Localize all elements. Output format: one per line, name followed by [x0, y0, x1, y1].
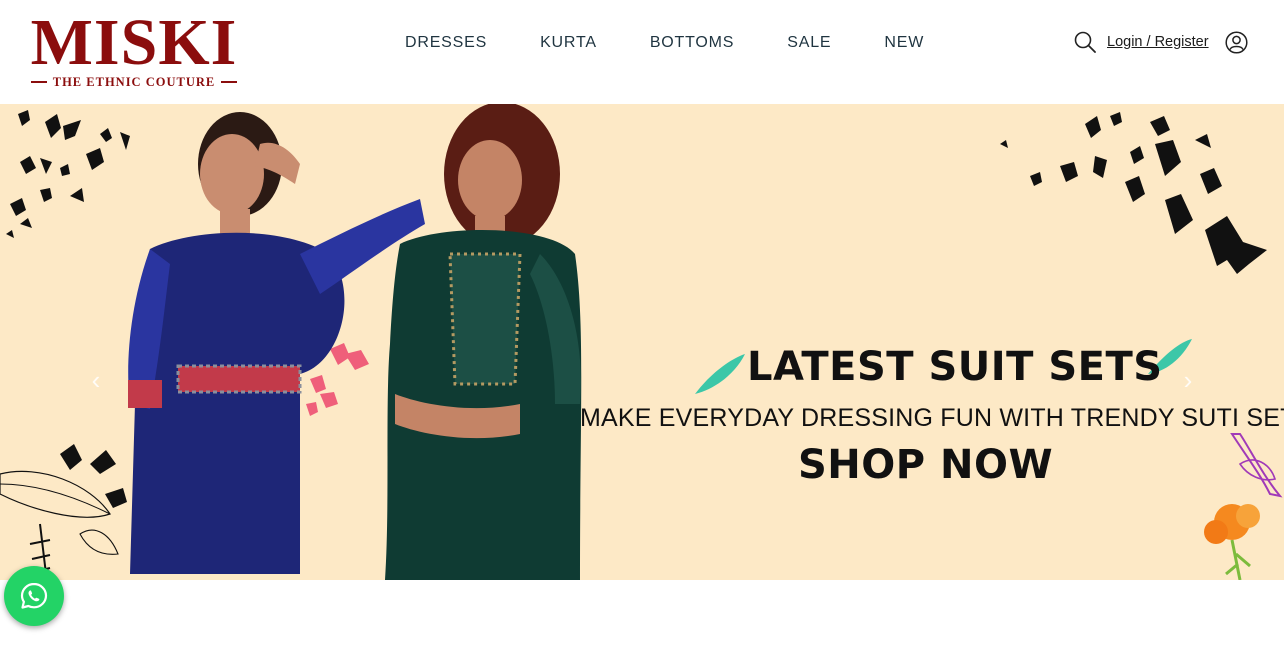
hero-banner[interactable]: LATEST SUIT SETS MAKE EVERYDAY DRESSING …: [0, 104, 1284, 580]
hero-title: LATEST SUIT SETS: [747, 344, 1163, 390]
butterflies-top-left: [6, 110, 130, 238]
model-navy-dress: [128, 112, 425, 574]
nav-item-sale[interactable]: SALE: [787, 30, 831, 56]
login-register-link[interactable]: Login / Register: [1107, 31, 1209, 53]
tagline-rule-right: [221, 81, 238, 83]
tagline-rule-left: [30, 81, 47, 83]
whatsapp-icon: [20, 582, 48, 609]
brand-logo[interactable]: MISKI THE ETHNIC COUTURE: [22, 10, 246, 92]
carousel-prev-icon[interactable]: ‹: [84, 367, 108, 393]
flower-bottom-right: [1204, 433, 1283, 580]
carousel-next-icon[interactable]: ›: [1176, 367, 1200, 393]
butterflies-top-right: [1000, 112, 1267, 274]
main-nav: DRESSES KURTA BOTTOMS SALE NEW: [405, 30, 924, 56]
leaves-bottom-left: [0, 444, 127, 575]
shop-now-button[interactable]: SHOP NOW: [798, 438, 1053, 492]
brand-tagline: THE ETHNIC COUTURE: [52, 74, 216, 89]
nav-item-new[interactable]: NEW: [884, 30, 924, 56]
user-icon[interactable]: [1225, 31, 1248, 54]
site-header: MISKI THE ETHNIC COUTURE DRESSES KURTA B…: [0, 0, 1284, 104]
model-green-dress: [385, 104, 582, 580]
hero-subtitle: MAKE EVERYDAY DRESSING FUN WITH TRENDY S…: [580, 404, 1284, 432]
whatsapp-button[interactable]: [4, 566, 64, 626]
brand-tagline-row: THE ETHNIC COUTURE: [22, 74, 246, 90]
nav-item-bottoms[interactable]: BOTTOMS: [650, 30, 734, 56]
search-icon[interactable]: [1074, 31, 1096, 53]
brand-name: MISKI: [30, 6, 238, 79]
nav-item-dresses[interactable]: DRESSES: [405, 30, 487, 56]
nav-item-kurta[interactable]: KURTA: [540, 30, 597, 56]
